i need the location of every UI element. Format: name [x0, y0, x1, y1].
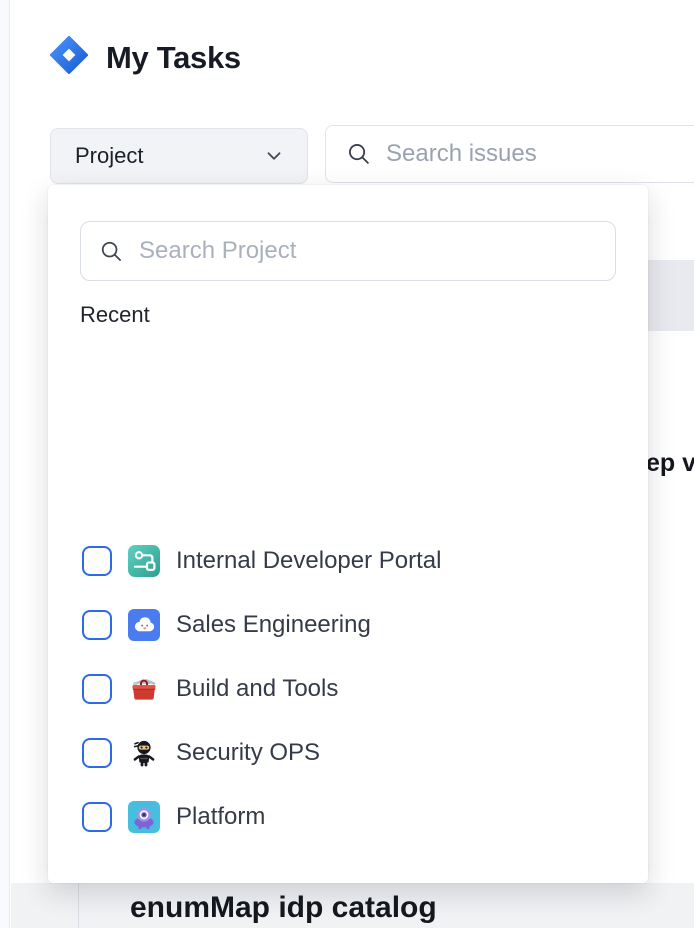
project-option-build-and-tools[interactable]: Build and Tools [48, 657, 648, 721]
project-checkbox[interactable] [82, 674, 112, 704]
project-checkbox[interactable] [82, 610, 112, 640]
project-filter-label: Project [75, 143, 143, 169]
toolbox-project-icon [128, 673, 160, 705]
search-project-field [80, 221, 616, 281]
project-option-label: Security OPS [176, 739, 320, 767]
project-option-label: Sales Engineering [176, 611, 371, 639]
search-issues-input[interactable] [386, 140, 694, 168]
background-vertical-divider [78, 883, 79, 928]
search-issues-field [325, 125, 694, 183]
jira-logo-icon [48, 34, 90, 81]
chevron-down-icon [263, 145, 285, 167]
project-option-label: Internal Developer Portal [176, 547, 441, 575]
search-icon [99, 239, 124, 264]
search-project-input[interactable] [139, 237, 599, 265]
project-filter-button[interactable]: Project [50, 128, 308, 184]
project-checkbox[interactable] [82, 738, 112, 768]
clipped-task-text-right: ep v [646, 449, 694, 478]
recent-section-label: Recent [80, 302, 150, 328]
left-panel-edge [0, 0, 10, 928]
project-option-security-ops[interactable]: Security OPS [48, 721, 648, 785]
alien-project-icon [128, 801, 160, 833]
ninja-project-icon [128, 737, 160, 769]
cloud-project-icon [128, 609, 160, 641]
project-option-sales-engineering[interactable]: Sales Engineering [48, 593, 648, 657]
page-title: My Tasks [106, 40, 241, 76]
project-checkbox[interactable] [82, 802, 112, 832]
clipped-task-text-bottom: enumMap idp catalog [130, 891, 437, 925]
project-option-platform[interactable]: Platform [48, 785, 648, 849]
sliders-project-icon [128, 545, 160, 577]
project-list: Internal Developer Portal [48, 529, 648, 849]
project-filter-dropdown: Recent Internal Developer [48, 185, 648, 883]
project-option-label: Build and Tools [176, 675, 338, 703]
project-checkbox[interactable] [82, 546, 112, 576]
project-option-label: Platform [176, 803, 265, 831]
project-option-internal-developer-portal[interactable]: Internal Developer Portal [48, 529, 648, 593]
page-header: My Tasks [48, 34, 241, 81]
background-row-peek [648, 260, 694, 331]
search-icon [346, 141, 372, 167]
